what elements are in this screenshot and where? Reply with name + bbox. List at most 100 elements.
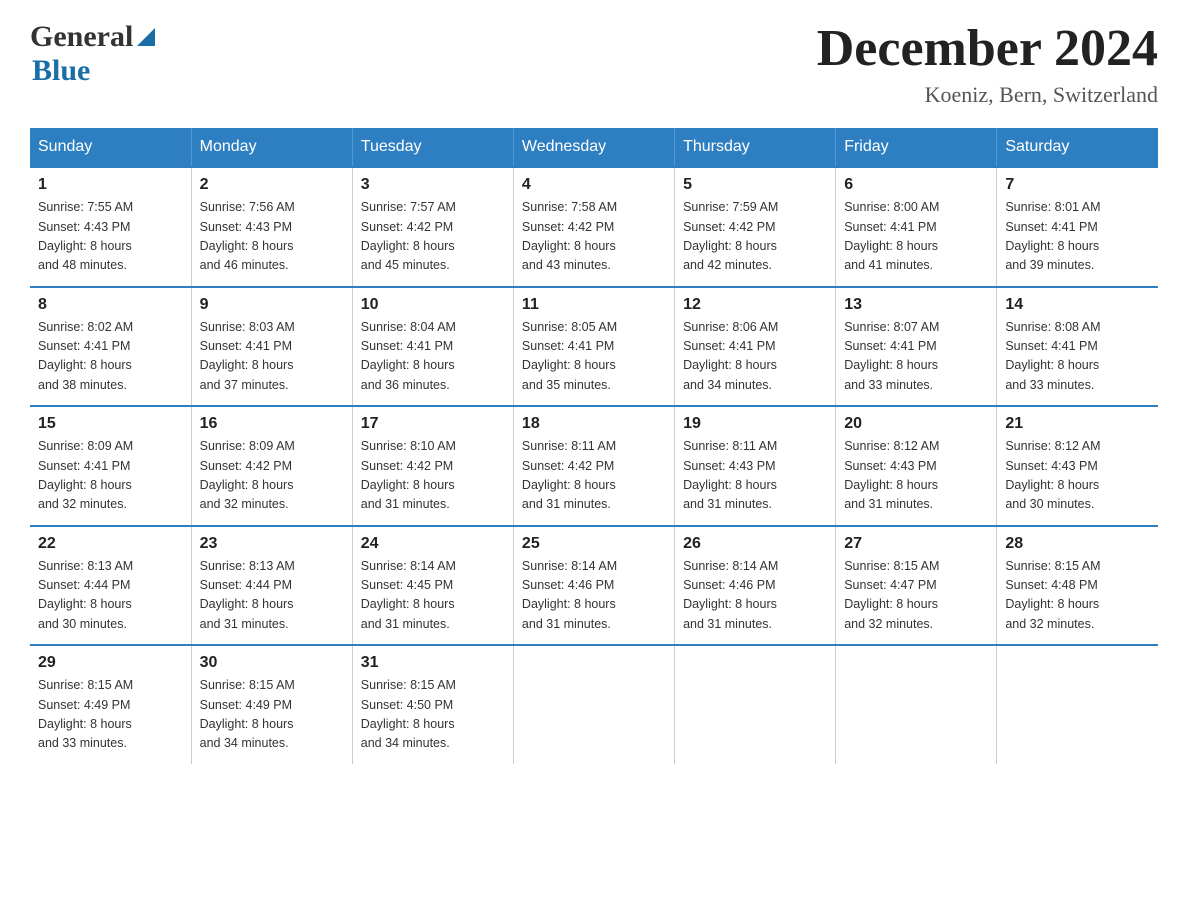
day-info: Sunrise: 8:13 AMSunset: 4:44 PMDaylight:… [200, 557, 344, 635]
table-row: 8 Sunrise: 8:02 AMSunset: 4:41 PMDayligh… [30, 287, 191, 407]
day-number: 28 [1005, 535, 1150, 553]
table-row: 16 Sunrise: 8:09 AMSunset: 4:42 PMDaylig… [191, 406, 352, 526]
day-number: 13 [844, 296, 988, 314]
day-number: 16 [200, 415, 344, 433]
day-info: Sunrise: 8:06 AMSunset: 4:41 PMDaylight:… [683, 318, 827, 396]
day-number: 3 [361, 176, 505, 194]
day-number: 25 [522, 535, 666, 553]
calendar-header-row: Sunday Monday Tuesday Wednesday Thursday… [30, 128, 1158, 167]
calendar-week-row: 8 Sunrise: 8:02 AMSunset: 4:41 PMDayligh… [30, 287, 1158, 407]
day-info: Sunrise: 8:11 AMSunset: 4:42 PMDaylight:… [522, 437, 666, 515]
day-number: 12 [683, 296, 827, 314]
day-info: Sunrise: 8:15 AMSunset: 4:50 PMDaylight:… [361, 676, 505, 754]
day-info: Sunrise: 8:04 AMSunset: 4:41 PMDaylight:… [361, 318, 505, 396]
calendar-week-row: 22 Sunrise: 8:13 AMSunset: 4:44 PMDaylig… [30, 526, 1158, 646]
day-number: 7 [1005, 176, 1150, 194]
day-info: Sunrise: 7:55 AMSunset: 4:43 PMDaylight:… [38, 198, 183, 276]
table-row: 23 Sunrise: 8:13 AMSunset: 4:44 PMDaylig… [191, 526, 352, 646]
col-tuesday: Tuesday [352, 128, 513, 167]
day-number: 6 [844, 176, 988, 194]
day-info: Sunrise: 8:15 AMSunset: 4:48 PMDaylight:… [1005, 557, 1150, 635]
day-info: Sunrise: 8:14 AMSunset: 4:46 PMDaylight:… [522, 557, 666, 635]
day-number: 9 [200, 296, 344, 314]
day-number: 5 [683, 176, 827, 194]
day-info: Sunrise: 7:56 AMSunset: 4:43 PMDaylight:… [200, 198, 344, 276]
table-row: 18 Sunrise: 8:11 AMSunset: 4:42 PMDaylig… [513, 406, 674, 526]
day-info: Sunrise: 7:57 AMSunset: 4:42 PMDaylight:… [361, 198, 505, 276]
day-number: 4 [522, 176, 666, 194]
page-header: General Blue December 2024 Koeniz, Bern,… [30, 20, 1158, 108]
day-info: Sunrise: 7:58 AMSunset: 4:42 PMDaylight:… [522, 198, 666, 276]
table-row: 25 Sunrise: 8:14 AMSunset: 4:46 PMDaylig… [513, 526, 674, 646]
day-number: 27 [844, 535, 988, 553]
day-info: Sunrise: 8:12 AMSunset: 4:43 PMDaylight:… [844, 437, 988, 515]
logo: General Blue [30, 20, 155, 88]
table-row: 19 Sunrise: 8:11 AMSunset: 4:43 PMDaylig… [675, 406, 836, 526]
table-row: 22 Sunrise: 8:13 AMSunset: 4:44 PMDaylig… [30, 526, 191, 646]
day-number: 17 [361, 415, 505, 433]
table-row: 21 Sunrise: 8:12 AMSunset: 4:43 PMDaylig… [997, 406, 1158, 526]
table-row: 11 Sunrise: 8:05 AMSunset: 4:41 PMDaylig… [513, 287, 674, 407]
calendar-week-row: 29 Sunrise: 8:15 AMSunset: 4:49 PMDaylig… [30, 645, 1158, 764]
table-row: 29 Sunrise: 8:15 AMSunset: 4:49 PMDaylig… [30, 645, 191, 764]
table-row: 13 Sunrise: 8:07 AMSunset: 4:41 PMDaylig… [836, 287, 997, 407]
location-label: Koeniz, Bern, Switzerland [817, 82, 1158, 108]
table-row: 3 Sunrise: 7:57 AMSunset: 4:42 PMDayligh… [352, 167, 513, 287]
table-row: 7 Sunrise: 8:01 AMSunset: 4:41 PMDayligh… [997, 167, 1158, 287]
day-number: 22 [38, 535, 183, 553]
day-number: 14 [1005, 296, 1150, 314]
day-info: Sunrise: 7:59 AMSunset: 4:42 PMDaylight:… [683, 198, 827, 276]
day-number: 20 [844, 415, 988, 433]
table-row: 10 Sunrise: 8:04 AMSunset: 4:41 PMDaylig… [352, 287, 513, 407]
day-info: Sunrise: 8:07 AMSunset: 4:41 PMDaylight:… [844, 318, 988, 396]
day-number: 29 [38, 654, 183, 672]
day-info: Sunrise: 8:09 AMSunset: 4:41 PMDaylight:… [38, 437, 183, 515]
logo-triangle-icon [137, 28, 155, 46]
table-row: 28 Sunrise: 8:15 AMSunset: 4:48 PMDaylig… [997, 526, 1158, 646]
day-number: 2 [200, 176, 344, 194]
day-info: Sunrise: 8:14 AMSunset: 4:45 PMDaylight:… [361, 557, 505, 635]
day-number: 30 [200, 654, 344, 672]
table-row: 24 Sunrise: 8:14 AMSunset: 4:45 PMDaylig… [352, 526, 513, 646]
day-info: Sunrise: 8:14 AMSunset: 4:46 PMDaylight:… [683, 557, 827, 635]
day-info: Sunrise: 8:03 AMSunset: 4:41 PMDaylight:… [200, 318, 344, 396]
table-row: 30 Sunrise: 8:15 AMSunset: 4:49 PMDaylig… [191, 645, 352, 764]
day-info: Sunrise: 8:11 AMSunset: 4:43 PMDaylight:… [683, 437, 827, 515]
col-friday: Friday [836, 128, 997, 167]
day-info: Sunrise: 8:05 AMSunset: 4:41 PMDaylight:… [522, 318, 666, 396]
col-monday: Monday [191, 128, 352, 167]
table-row: 1 Sunrise: 7:55 AMSunset: 4:43 PMDayligh… [30, 167, 191, 287]
day-info: Sunrise: 8:08 AMSunset: 4:41 PMDaylight:… [1005, 318, 1150, 396]
day-number: 31 [361, 654, 505, 672]
table-row: 12 Sunrise: 8:06 AMSunset: 4:41 PMDaylig… [675, 287, 836, 407]
col-wednesday: Wednesday [513, 128, 674, 167]
col-saturday: Saturday [997, 128, 1158, 167]
day-number: 18 [522, 415, 666, 433]
table-row: 2 Sunrise: 7:56 AMSunset: 4:43 PMDayligh… [191, 167, 352, 287]
month-title: December 2024 [817, 20, 1158, 77]
day-info: Sunrise: 8:15 AMSunset: 4:49 PMDaylight:… [200, 676, 344, 754]
day-number: 1 [38, 176, 183, 194]
table-row: 6 Sunrise: 8:00 AMSunset: 4:41 PMDayligh… [836, 167, 997, 287]
day-number: 21 [1005, 415, 1150, 433]
table-row: 15 Sunrise: 8:09 AMSunset: 4:41 PMDaylig… [30, 406, 191, 526]
day-info: Sunrise: 8:00 AMSunset: 4:41 PMDaylight:… [844, 198, 988, 276]
table-row: 31 Sunrise: 8:15 AMSunset: 4:50 PMDaylig… [352, 645, 513, 764]
day-number: 8 [38, 296, 183, 314]
day-info: Sunrise: 8:09 AMSunset: 4:42 PMDaylight:… [200, 437, 344, 515]
day-info: Sunrise: 8:13 AMSunset: 4:44 PMDaylight:… [38, 557, 183, 635]
table-row: 4 Sunrise: 7:58 AMSunset: 4:42 PMDayligh… [513, 167, 674, 287]
title-area: December 2024 Koeniz, Bern, Switzerland [817, 20, 1158, 108]
day-info: Sunrise: 8:15 AMSunset: 4:47 PMDaylight:… [844, 557, 988, 635]
logo-general-text: General [30, 20, 133, 54]
calendar-week-row: 1 Sunrise: 7:55 AMSunset: 4:43 PMDayligh… [30, 167, 1158, 287]
day-number: 15 [38, 415, 183, 433]
col-sunday: Sunday [30, 128, 191, 167]
table-row [675, 645, 836, 764]
table-row [836, 645, 997, 764]
day-info: Sunrise: 8:02 AMSunset: 4:41 PMDaylight:… [38, 318, 183, 396]
day-number: 24 [361, 535, 505, 553]
table-row: 26 Sunrise: 8:14 AMSunset: 4:46 PMDaylig… [675, 526, 836, 646]
table-row [997, 645, 1158, 764]
calendar-week-row: 15 Sunrise: 8:09 AMSunset: 4:41 PMDaylig… [30, 406, 1158, 526]
